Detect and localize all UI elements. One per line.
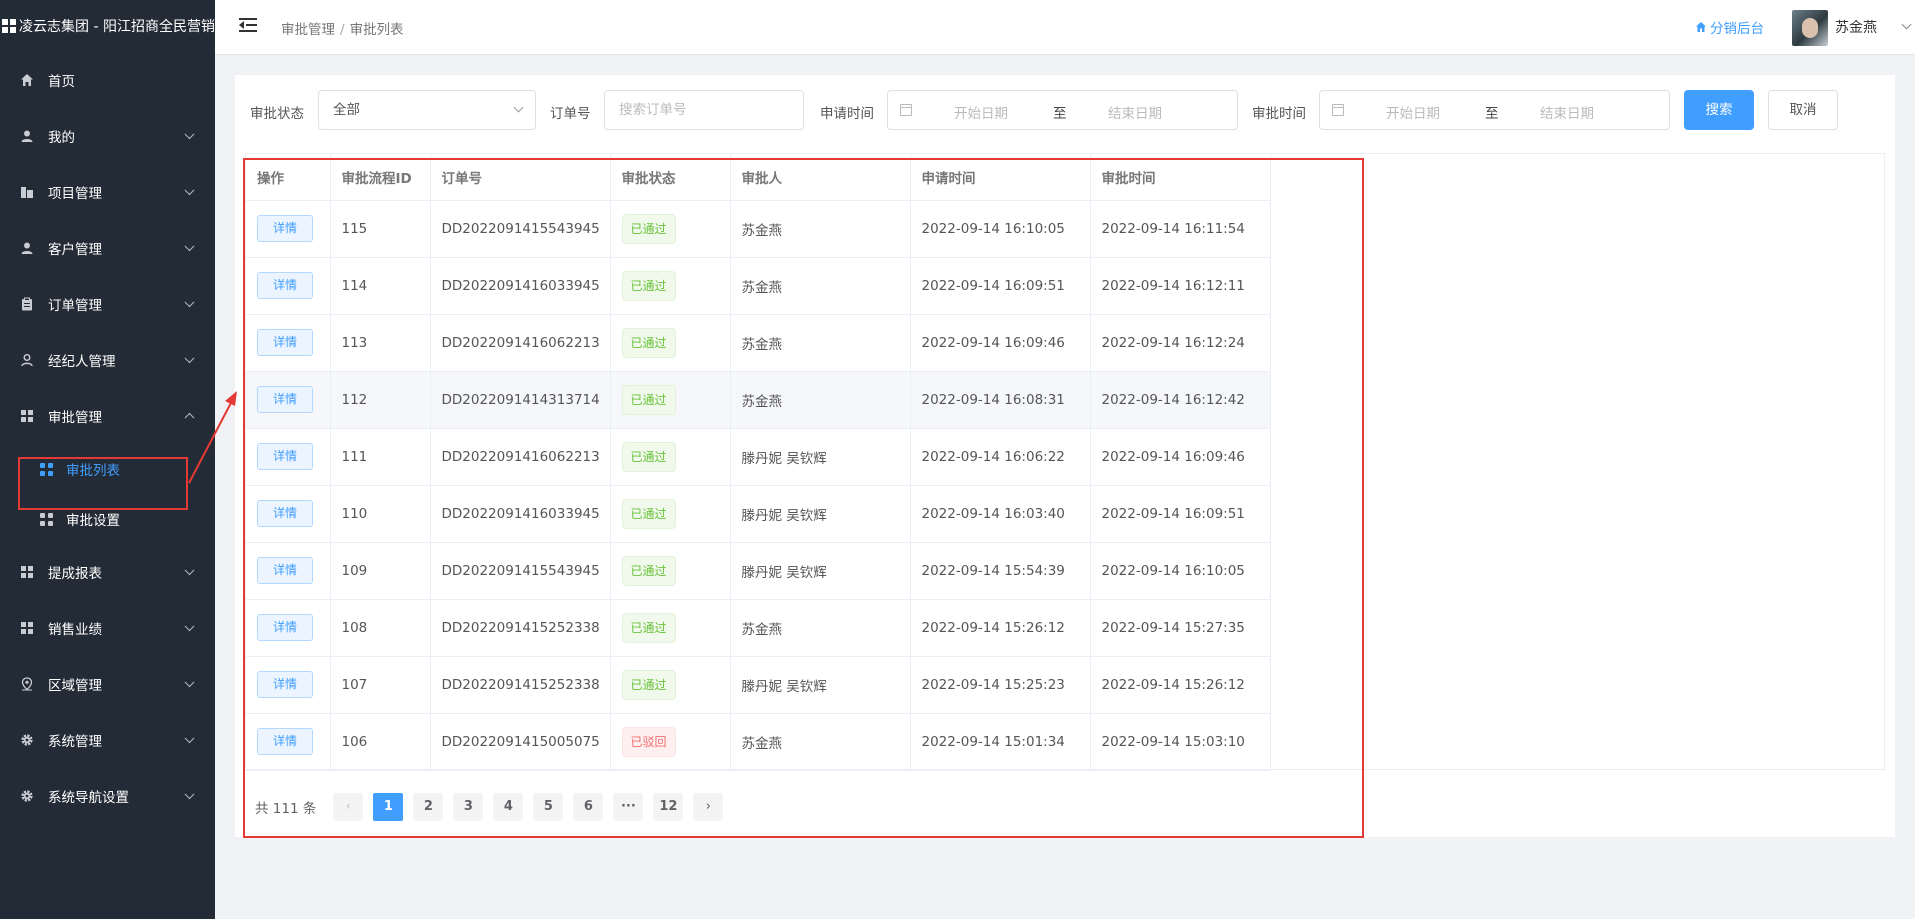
calendar-icon	[1332, 104, 1344, 116]
sidebar-menu: 首页 我的 项目管理 客户管理 订单管理 经纪人管理 审批管理 审批列表 审批设置 提成报表 销售业…	[0, 52, 215, 824]
chevron-down-icon	[184, 129, 195, 140]
sidebar-item-label: 销售业绩	[48, 622, 102, 638]
sidebar-item-label: 订单管理	[48, 298, 102, 314]
user-icon	[20, 241, 34, 255]
location-icon	[20, 677, 34, 691]
sidebar-item-label: 系统导航设置	[48, 790, 129, 806]
annotation-arrow-icon	[188, 391, 237, 484]
chevron-down-icon[interactable]	[1901, 19, 1912, 30]
chevron-down-icon	[184, 297, 195, 308]
brand-title: 凌云志集团 - 阳江招商全民营销	[19, 19, 215, 35]
logo-icon	[2, 19, 16, 33]
sidebar-item-label: 系统管理	[48, 734, 102, 750]
chevron-down-icon	[184, 185, 195, 196]
building-icon	[20, 185, 34, 199]
chevron-down-icon	[513, 102, 524, 113]
chevron-down-icon	[184, 565, 195, 576]
chevron-down-icon	[184, 733, 195, 744]
sidebar-item-label: 我的	[48, 130, 75, 146]
status-select[interactable]: 全部	[318, 90, 536, 130]
sidebar-item-1[interactable]: 我的	[0, 108, 215, 164]
sidebar-item-label: 项目管理	[48, 186, 102, 202]
chevron-down-icon	[184, 353, 195, 364]
cancel-button[interactable]: 取消	[1768, 90, 1838, 130]
distribution-backend-link[interactable]: 分销后台	[1695, 17, 1764, 37]
user-outline-icon	[20, 353, 34, 367]
approve-time-range-picker[interactable]: 开始日期 至 结束日期	[1319, 90, 1670, 130]
range-separator: 至	[1485, 106, 1499, 122]
sidebar-item-8[interactable]: 销售业绩	[0, 600, 215, 656]
approve-time-label: 审批时间	[1252, 106, 1306, 122]
breadcrumb-current: 审批列表	[349, 22, 404, 38]
menu-toggle-icon[interactable]	[239, 17, 257, 33]
approve-end-date[interactable]: 结束日期	[1540, 102, 1594, 122]
status-filter-label: 审批状态	[250, 106, 304, 122]
sidebar-item-4[interactable]: 订单管理	[0, 276, 215, 332]
sidebar-item-9[interactable]: 区域管理	[0, 656, 215, 712]
annotation-box-menu	[18, 457, 188, 510]
apply-time-range-picker[interactable]: 开始日期 至 结束日期	[887, 90, 1238, 130]
chevron-down-icon	[184, 621, 195, 632]
sidebar-item-label: 首页	[48, 74, 75, 90]
sidebar-item-label: 审批管理	[48, 410, 102, 426]
user-icon	[20, 129, 34, 143]
annotation-box-table	[243, 158, 1364, 838]
username[interactable]: 苏金燕	[1835, 17, 1877, 37]
home-icon	[20, 73, 34, 87]
gear-icon	[20, 733, 34, 747]
sidebar-item-label: 提成报表	[48, 566, 102, 582]
sidebar-item-10[interactable]: 系统管理	[0, 712, 215, 768]
header: 审批管理 / 审批列表 分销后台 苏金燕	[215, 0, 1915, 55]
grid-icon	[20, 621, 34, 635]
sidebar-item-5[interactable]: 经纪人管理	[0, 332, 215, 388]
search-button[interactable]: 搜索	[1684, 90, 1754, 130]
approve-start-date[interactable]: 开始日期	[1386, 102, 1440, 122]
sidebar-item-0[interactable]: 首页	[0, 52, 215, 108]
sidebar-item-3[interactable]: 客户管理	[0, 220, 215, 276]
sidebar-item-11[interactable]: 系统导航设置	[0, 768, 215, 824]
order-filter-label: 订单号	[550, 106, 591, 122]
chevron-down-icon	[184, 789, 195, 800]
grid-icon	[40, 512, 53, 526]
sidebar-item-7[interactable]: 提成报表	[0, 544, 215, 600]
apply-end-date[interactable]: 结束日期	[1108, 102, 1162, 122]
grid-icon	[20, 565, 34, 579]
brand: 凌云志集团 - 阳江招商全民营销	[0, 0, 215, 52]
sidebar-item-label: 经纪人管理	[48, 354, 116, 370]
gear-icon	[20, 789, 34, 803]
breadcrumb: 审批管理 / 审批列表	[281, 22, 404, 38]
sidebar-subitem-label: 审批设置	[66, 513, 120, 529]
sidebar-item-2[interactable]: 项目管理	[0, 164, 215, 220]
sidebar-item-6[interactable]: 审批管理	[0, 388, 215, 444]
chevron-down-icon	[184, 241, 195, 252]
grid-icon	[20, 409, 34, 423]
sidebar-item-label: 客户管理	[48, 242, 102, 258]
home-icon	[1696, 22, 1706, 32]
sidebar-item-label: 区域管理	[48, 678, 102, 694]
apply-start-date[interactable]: 开始日期	[954, 102, 1008, 122]
avatar[interactable]	[1792, 10, 1828, 46]
range-separator: 至	[1053, 106, 1067, 122]
chevron-down-icon	[184, 677, 195, 688]
apply-time-label: 申请时间	[820, 106, 874, 122]
order-search-input[interactable]	[604, 90, 804, 130]
breadcrumb-parent[interactable]: 审批管理	[281, 22, 335, 38]
clipboard-icon	[20, 297, 34, 311]
calendar-icon	[900, 104, 912, 116]
